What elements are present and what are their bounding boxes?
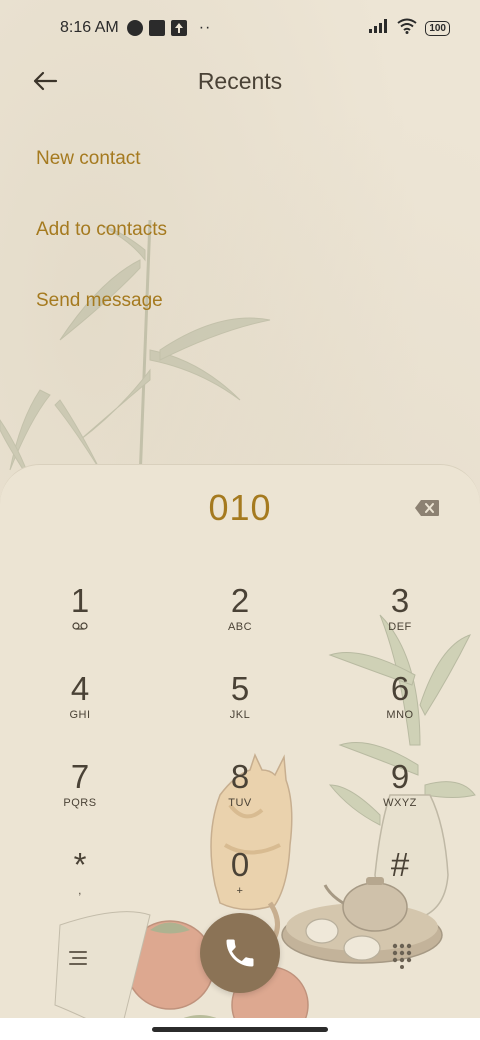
more-notifications: ··	[198, 19, 212, 36]
key-digit: 3	[390, 582, 410, 619]
key-8[interactable]: 8 TUV	[160, 753, 320, 841]
key-6[interactable]: 6 MNO	[320, 665, 480, 753]
key-letters: ABC	[227, 621, 253, 633]
backspace-icon	[415, 500, 439, 516]
dialer-bottom-row	[0, 913, 480, 1003]
call-button[interactable]	[200, 913, 280, 993]
vpn-circle-icon	[126, 20, 143, 36]
backspace-button[interactable]	[414, 499, 440, 517]
square-app-icon	[148, 20, 165, 36]
bamboo-decoration	[0, 220, 271, 480]
wifi-icon	[397, 18, 417, 39]
dialed-number: 010	[208, 487, 272, 528]
key-3[interactable]: 3 DEF	[320, 577, 480, 665]
key-letters: WXYZ	[383, 797, 417, 809]
key-digit: 8	[230, 758, 250, 795]
key-digit: 6	[390, 670, 410, 707]
status-left: 8:16 AM ··	[60, 19, 211, 37]
add-to-contacts-link[interactable]: Add to contacts	[36, 219, 167, 241]
upload-icon	[170, 20, 187, 36]
key-letters: PQRS	[63, 797, 97, 809]
key-digit: 4	[70, 670, 90, 707]
key-digit: 2	[230, 582, 250, 619]
key-digit: #	[390, 846, 410, 883]
dialpad-icon	[392, 943, 412, 969]
status-bar: 8:16 AM ·· 100	[0, 0, 480, 56]
keypad-toggle-button[interactable]	[392, 943, 412, 969]
key-digit: 1	[70, 582, 90, 619]
key-7[interactable]: 7 PQRS	[0, 753, 160, 841]
battery-icon: 100	[425, 20, 450, 36]
arrow-left-icon	[33, 71, 58, 91]
key-9[interactable]: 9 WXYZ	[320, 753, 480, 841]
page-title: Recents	[197, 67, 283, 94]
back-button[interactable]	[30, 66, 60, 96]
key-digit: 5	[230, 670, 250, 707]
status-right: 100	[369, 18, 450, 39]
status-time: 8:16 AM	[60, 19, 119, 36]
key-letters: GHI	[69, 709, 91, 721]
menu-icon	[69, 951, 87, 965]
key-digit: 7	[70, 758, 90, 795]
key-2[interactable]: 2 ABC	[160, 577, 320, 665]
new-contact-link[interactable]: New contact	[36, 148, 141, 170]
key-4[interactable]: 4 GHI	[0, 665, 160, 753]
key-5[interactable]: 5 JKL	[160, 665, 320, 753]
menu-button[interactable]	[66, 947, 90, 969]
phone-icon	[226, 939, 254, 967]
voicemail-icon	[72, 621, 88, 633]
key-letters: +	[236, 885, 244, 897]
key-digit: 0	[230, 846, 250, 883]
send-message-link[interactable]: Send message	[36, 290, 163, 312]
dialer-panel: 010 1 2 ABC 3 DEF 4 GHI 5 JKL 6 MNO 7 PQ…	[0, 464, 480, 1040]
home-indicator[interactable]	[152, 1027, 328, 1032]
key-letters: TUV	[228, 797, 252, 809]
key-letters: ,	[78, 885, 82, 897]
key-letters: DEF	[388, 621, 412, 633]
key-digit: *	[73, 846, 87, 883]
app-header: Recents	[0, 56, 480, 106]
keypad: 1 2 ABC 3 DEF 4 GHI 5 JKL 6 MNO 7 PQRS 8…	[0, 577, 480, 929]
key-1[interactable]: 1	[0, 577, 160, 665]
key-digit: 9	[390, 758, 410, 795]
signal-icon	[369, 18, 389, 38]
key-letters: JKL	[229, 709, 251, 721]
key-letters: MNO	[386, 709, 414, 721]
